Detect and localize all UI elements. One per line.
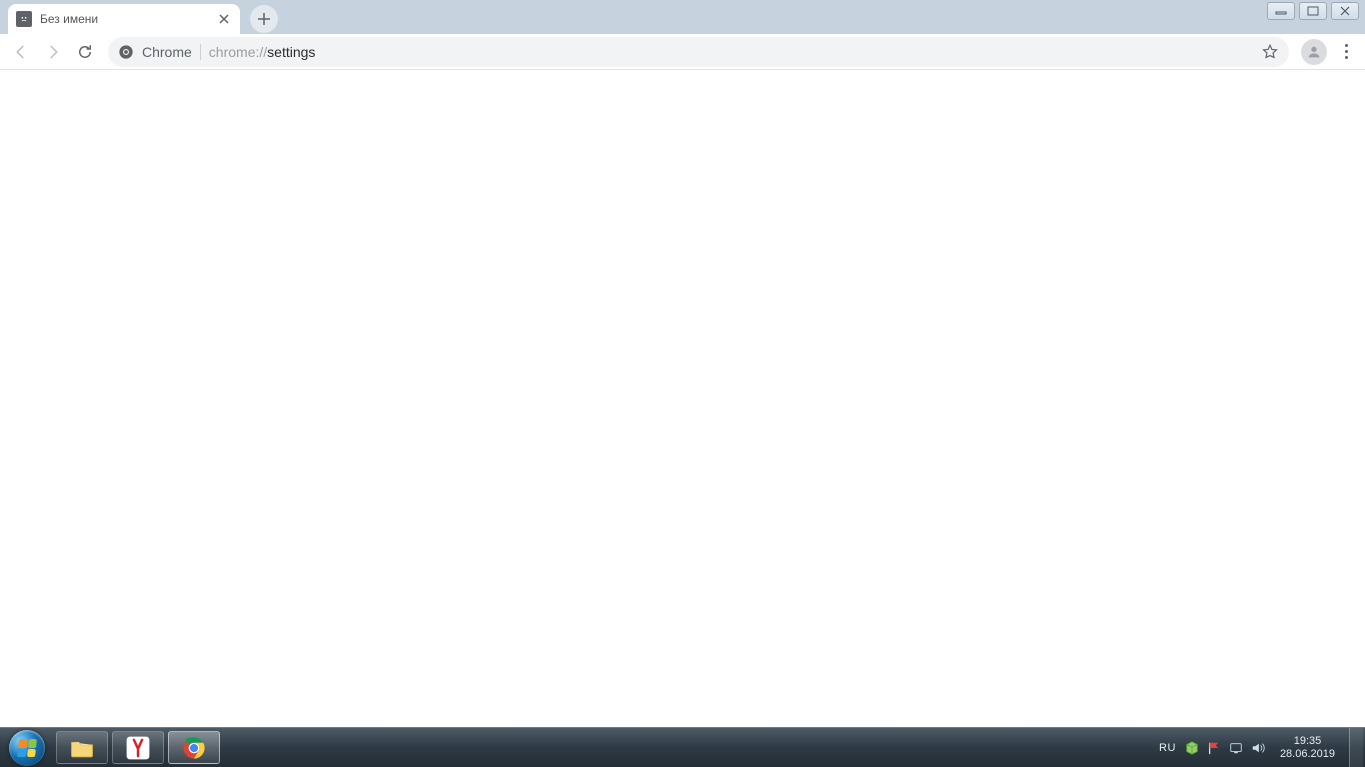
tray-icons: [1184, 740, 1266, 756]
browser-tabstrip: Без имени: [0, 0, 1365, 34]
window-close-button[interactable]: [1331, 2, 1359, 20]
network-icon[interactable]: [1228, 740, 1244, 756]
sad-face-icon: [16, 11, 32, 27]
chrome-page-icon: [118, 44, 134, 60]
clock-time: 19:35: [1280, 735, 1335, 748]
browser-menu-button[interactable]: [1333, 37, 1359, 67]
close-tab-button[interactable]: [216, 11, 232, 27]
omnibox-divider: [200, 44, 201, 60]
nav-back-button[interactable]: [6, 37, 36, 67]
omnibox-url-path: settings: [267, 44, 315, 60]
flag-icon[interactable]: [1206, 740, 1222, 756]
window-maximize-button[interactable]: [1299, 2, 1327, 20]
language-indicator[interactable]: RU: [1159, 742, 1176, 754]
folder-icon: [68, 734, 96, 762]
new-tab-button[interactable]: [250, 5, 278, 33]
taskbar-app-chrome[interactable]: [168, 731, 220, 764]
start-button[interactable]: [0, 728, 54, 767]
show-desktop-button[interactable]: [1349, 728, 1363, 767]
nav-reload-button[interactable]: [70, 37, 100, 67]
nav-forward-button[interactable]: [38, 37, 68, 67]
profile-avatar-button[interactable]: [1301, 39, 1327, 65]
omnibox-chip-label: Chrome: [142, 44, 192, 60]
windows-logo-icon: [9, 730, 45, 766]
taskbar-app-explorer[interactable]: [56, 731, 108, 764]
volume-icon[interactable]: [1250, 740, 1266, 756]
system-tray: RU 19:35 28.06.2019: [1151, 728, 1365, 767]
windows-taskbar: RU 19:35 28.06.2019: [0, 727, 1365, 767]
browser-tab[interactable]: Без имени: [8, 4, 240, 34]
page-content-blank: [0, 70, 1365, 727]
bookmark-star-icon[interactable]: [1261, 43, 1279, 61]
omnibox[interactable]: Chrome chrome://settings: [108, 37, 1289, 67]
cube-icon[interactable]: [1184, 740, 1200, 756]
taskbar-clock[interactable]: 19:35 28.06.2019: [1274, 735, 1341, 760]
yandex-icon: [124, 734, 152, 762]
browser-toolbar: Chrome chrome://settings: [0, 34, 1365, 70]
window-controls: [1267, 0, 1365, 20]
tab-title: Без имени: [40, 12, 216, 26]
window-minimize-button[interactable]: [1267, 2, 1295, 20]
omnibox-url-prefix: chrome://: [209, 44, 267, 60]
clock-date: 28.06.2019: [1280, 748, 1335, 761]
chrome-icon: [180, 734, 208, 762]
omnibox-url: chrome://settings: [209, 44, 316, 60]
taskbar-app-yandex[interactable]: [112, 731, 164, 764]
